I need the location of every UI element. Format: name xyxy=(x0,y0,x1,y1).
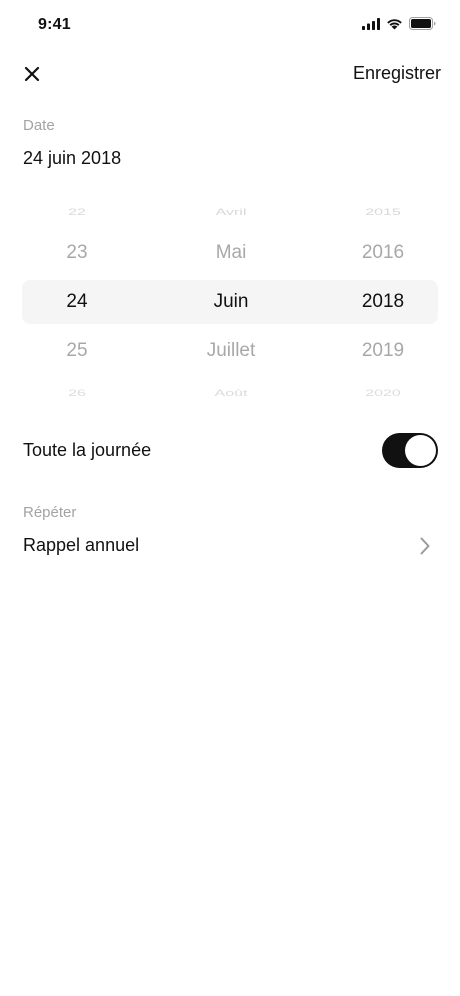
picker-day-option[interactable]: 26 xyxy=(7,382,147,405)
signal-icon xyxy=(362,17,380,30)
repeat-row[interactable]: Rappel annuel xyxy=(0,528,460,564)
status-bar: 9:41 xyxy=(0,0,460,52)
repeat-value: Rappel annuel xyxy=(23,535,140,555)
date-picker[interactable]: 22 23 24 25 26 Avril Mai Juin Juillet Ao… xyxy=(0,200,460,405)
repeat-label: Répéter xyxy=(23,504,77,521)
picker-month-option[interactable]: Août xyxy=(161,382,301,405)
status-icons xyxy=(362,17,436,30)
close-icon xyxy=(24,66,40,82)
picker-column-month[interactable]: Avril Mai Juin Juillet Août xyxy=(161,200,301,405)
picker-year-selected[interactable]: 2018 xyxy=(313,280,453,324)
picker-year-option[interactable]: 2015 xyxy=(313,201,453,225)
picker-year-option[interactable]: 2020 xyxy=(313,382,453,405)
nav-bar: Enregistrer xyxy=(0,52,460,96)
all-day-toggle[interactable] xyxy=(382,433,438,468)
picker-day-selected[interactable]: 24 xyxy=(7,280,147,324)
date-label: Date xyxy=(23,117,55,134)
chevron-right-icon xyxy=(420,537,430,555)
save-button[interactable]: Enregistrer xyxy=(353,63,441,84)
picker-month-selected[interactable]: Juin xyxy=(161,280,301,324)
date-value[interactable]: 24 juin 2018 xyxy=(23,148,121,169)
battery-icon xyxy=(409,17,436,30)
close-button[interactable] xyxy=(16,58,48,90)
picker-month-option[interactable]: Avril xyxy=(161,201,301,225)
picker-day-option[interactable]: 22 xyxy=(7,201,147,225)
picker-month-option[interactable]: Juillet xyxy=(161,329,301,373)
picker-day-option[interactable]: 23 xyxy=(7,231,147,275)
picker-column-day[interactable]: 22 23 24 25 26 xyxy=(7,200,147,405)
picker-column-year[interactable]: 2015 2016 2018 2019 2020 xyxy=(313,200,453,405)
all-day-label: Toute la journée xyxy=(23,440,152,460)
toggle-knob xyxy=(405,435,436,466)
wifi-icon xyxy=(387,18,402,29)
picker-month-option[interactable]: Mai xyxy=(161,231,301,275)
picker-year-option[interactable]: 2019 xyxy=(313,329,453,373)
picker-day-option[interactable]: 25 xyxy=(7,329,147,373)
picker-year-option[interactable]: 2016 xyxy=(313,231,453,275)
status-time: 9:41 xyxy=(38,16,71,33)
